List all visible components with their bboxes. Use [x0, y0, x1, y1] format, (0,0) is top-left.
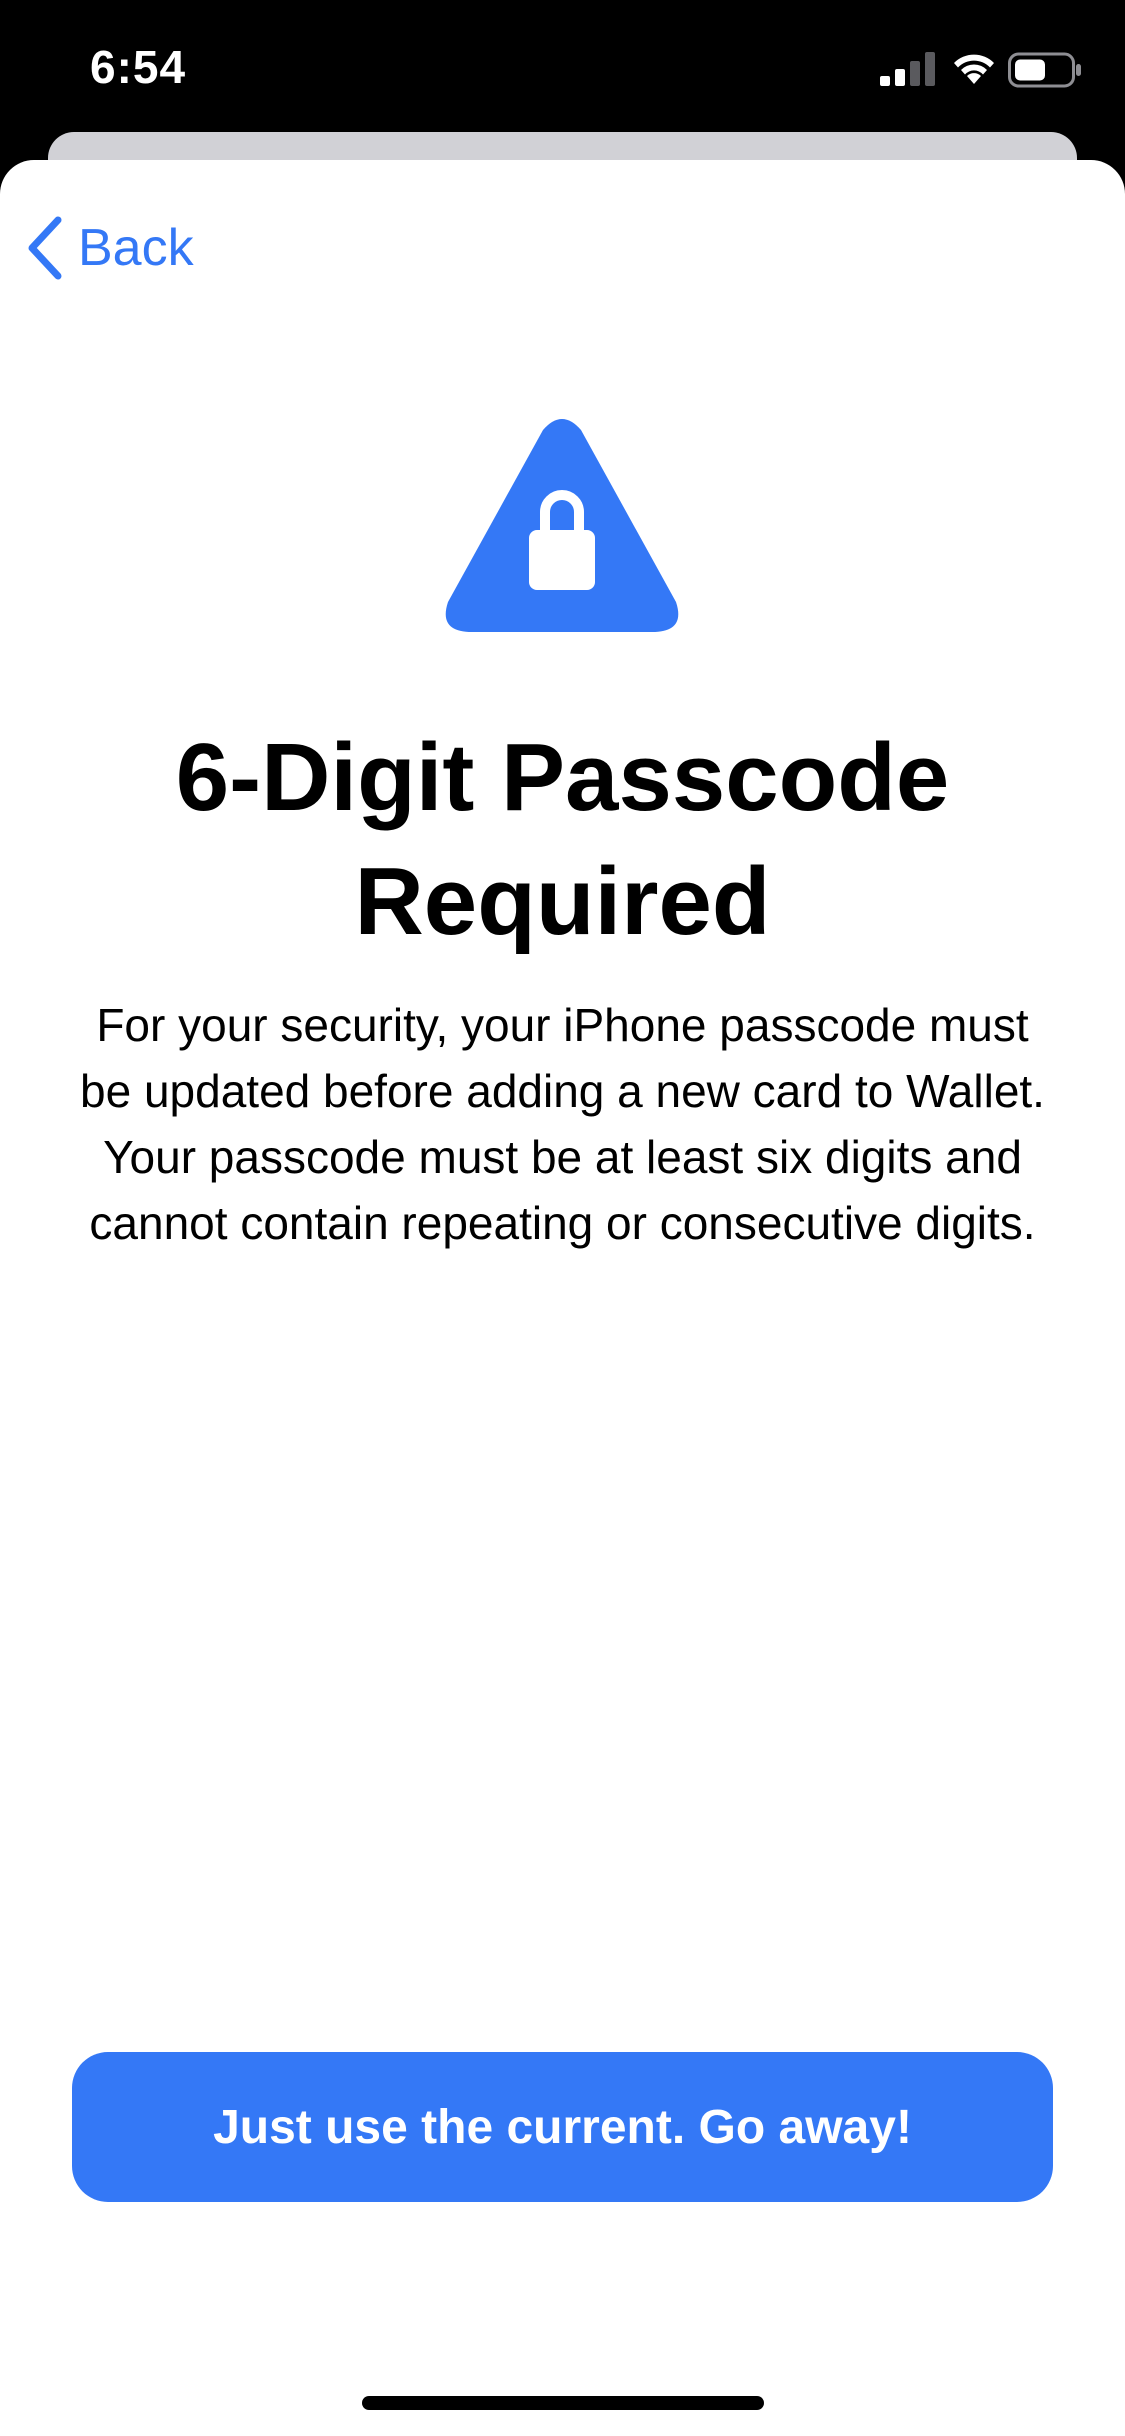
description-text: For your security, your iPhone passcode … [80, 999, 1045, 1249]
status-time: 6:54 [90, 41, 187, 93]
signal-icon [880, 52, 935, 86]
back-label: Back [78, 219, 194, 277]
page-title: 6-Digit Passcode Required [175, 724, 950, 955]
chevron-left-icon [28, 216, 62, 280]
use-current-passcode-button[interactable]: Just use the current. Go away! [72, 2052, 1053, 2202]
status-bar: 6:54 [0, 0, 1125, 130]
lock-warning-icon [445, 419, 679, 632]
back-button[interactable]: Back [24, 212, 194, 284]
home-indicator [362, 2396, 764, 2410]
wifi-icon [954, 54, 994, 84]
battery-icon [1008, 52, 1081, 88]
